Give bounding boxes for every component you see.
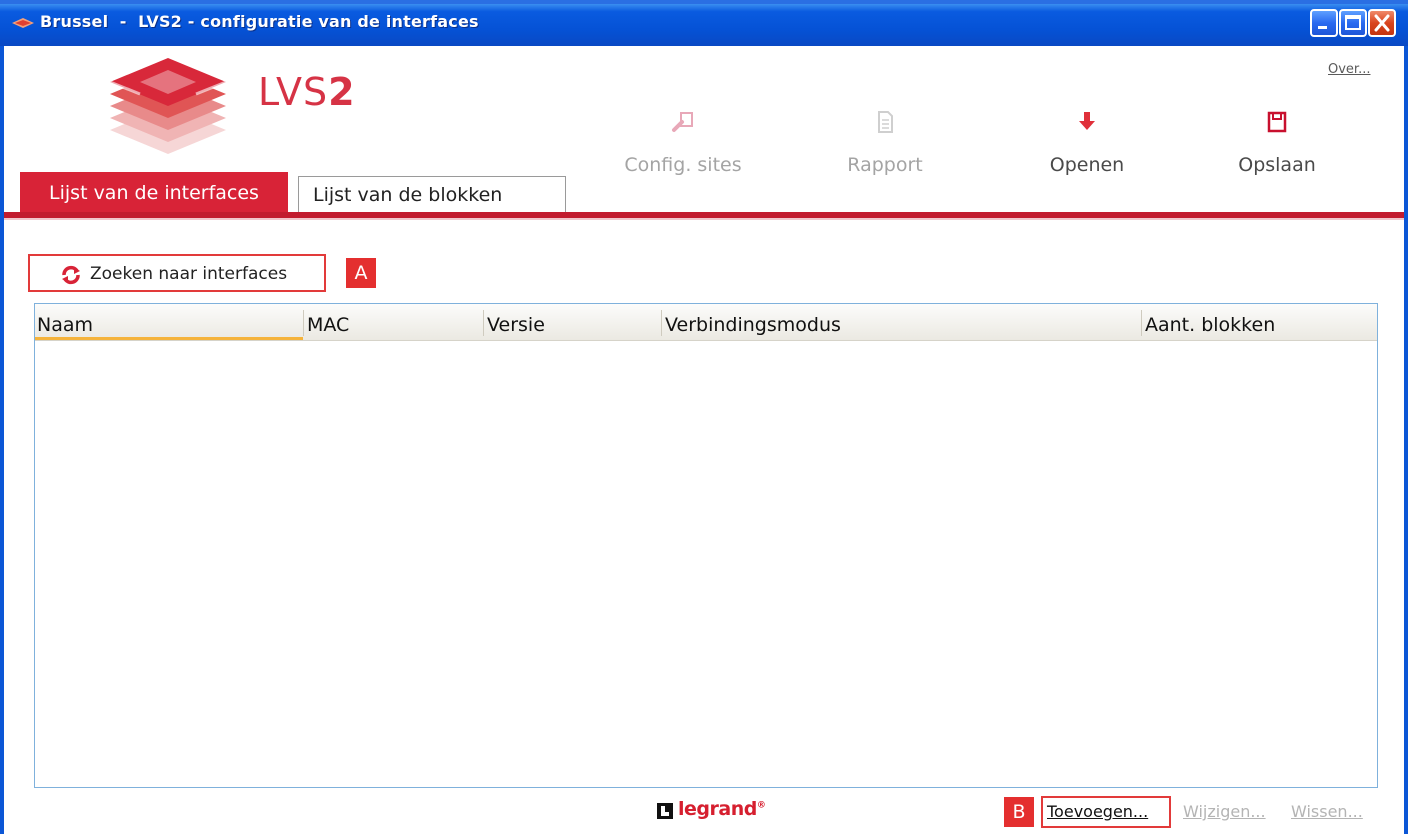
- tab-strip-shadow: [4, 218, 1404, 220]
- config-sites-button[interactable]: Config. sites: [618, 110, 748, 182]
- column-header-versie[interactable]: Versie: [485, 304, 661, 340]
- column-header-mac[interactable]: MAC: [305, 304, 483, 340]
- refresh-icon: [62, 265, 80, 285]
- report-label: Rapport: [847, 154, 923, 176]
- report-button[interactable]: Rapport: [820, 110, 950, 182]
- column-header-aant-blokken[interactable]: Aant. blokken: [1143, 304, 1377, 340]
- callout-marker-b: B: [1004, 797, 1034, 827]
- maximize-button[interactable]: [1339, 9, 1367, 37]
- close-button[interactable]: [1368, 9, 1396, 37]
- minimize-icon: [1318, 26, 1327, 29]
- save-floppy-icon: [1267, 111, 1287, 133]
- window-frame-left: [0, 46, 4, 834]
- maximize-icon: [1345, 15, 1361, 30]
- config-sites-icon: [672, 112, 693, 132]
- open-arrow-down-icon: [1079, 112, 1095, 130]
- column-header-naam[interactable]: Naam: [35, 304, 303, 340]
- interfaces-table[interactable]: Naam MAC Versie Verbindingsmodus Aant. b…: [34, 303, 1378, 788]
- column-divider[interactable]: [483, 310, 484, 336]
- save-button[interactable]: Opslaan: [1212, 110, 1342, 182]
- lvs2-logo: [109, 58, 227, 154]
- column-header-verbindingsmodus[interactable]: Verbindingsmodus: [663, 304, 1141, 340]
- product-name: LVS2: [258, 70, 356, 114]
- column-divider[interactable]: [661, 310, 662, 336]
- window-frame-right: [1404, 46, 1408, 834]
- lvs2-app-icon: [12, 18, 34, 28]
- window-title: Brussel - LVS2 - configuratie van de int…: [40, 12, 479, 31]
- search-interfaces-button[interactable]: Zoeken naar interfaces: [28, 254, 326, 292]
- add-link[interactable]: Toevoegen...: [1047, 802, 1148, 821]
- close-icon: [1374, 14, 1390, 32]
- column-divider[interactable]: [303, 310, 304, 336]
- config-sites-label: Config. sites: [624, 154, 742, 176]
- open-label: Openen: [1049, 154, 1125, 176]
- report-document-icon: [878, 111, 893, 133]
- tab-blocks[interactable]: Lijst van de blokken: [298, 176, 566, 212]
- title-bar[interactable]: Brussel - LVS2 - configuratie van de int…: [0, 0, 1408, 46]
- delete-link[interactable]: Wissen...: [1291, 802, 1363, 821]
- save-label: Opslaan: [1238, 154, 1316, 176]
- table-header: Naam MAC Versie Verbindingsmodus Aant. b…: [35, 304, 1377, 341]
- callout-marker-a: A: [346, 258, 376, 288]
- search-interfaces-label: Zoeken naar interfaces: [90, 264, 288, 284]
- column-divider[interactable]: [1141, 310, 1142, 336]
- about-link[interactable]: Over...: [1328, 62, 1370, 77]
- legrand-mark-icon: [657, 803, 673, 819]
- open-button[interactable]: Openen: [1022, 110, 1152, 182]
- edit-link[interactable]: Wijzigen...: [1183, 802, 1266, 821]
- legrand-wordmark: legrand®: [678, 798, 766, 820]
- minimize-button[interactable]: [1310, 9, 1338, 37]
- tab-interfaces[interactable]: Lijst van de interfaces: [20, 172, 288, 212]
